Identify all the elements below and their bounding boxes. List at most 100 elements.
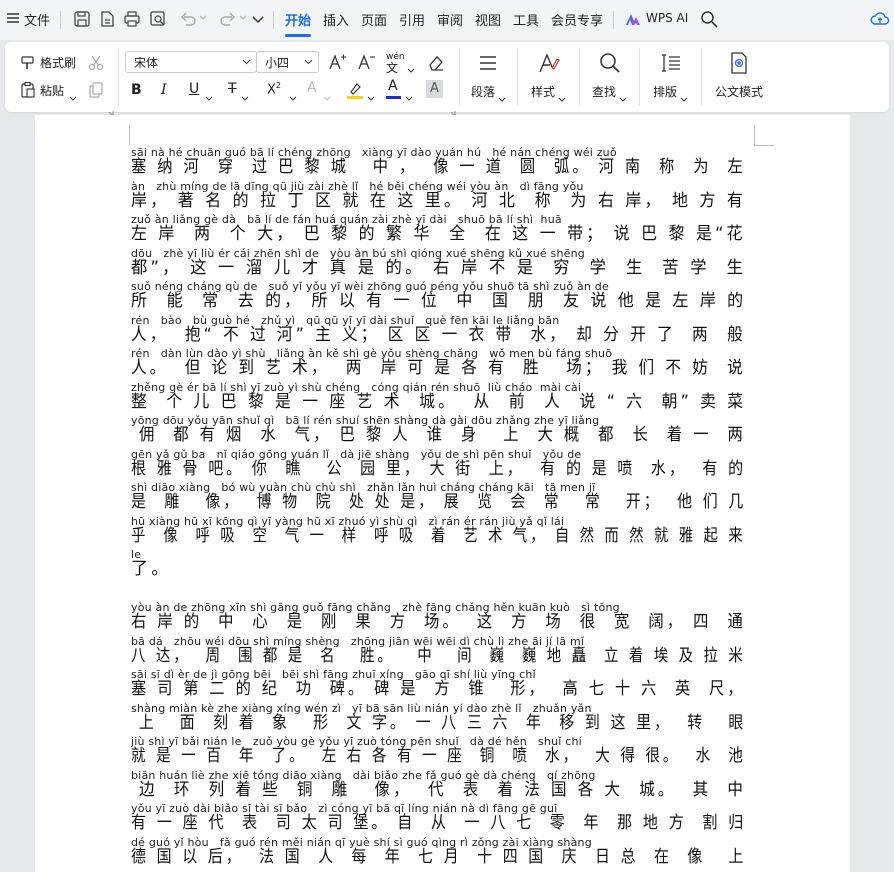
superscript-button[interactable]: X2 bbox=[267, 81, 281, 97]
save-icon[interactable] bbox=[72, 9, 92, 29]
paragraph-icon[interactable] bbox=[477, 52, 499, 74]
text-line[interactable]: suǒ néng cháng qù de suǒ yǐ yǒu yī wèi z… bbox=[131, 280, 746, 314]
hamburger-menu-icon[interactable] bbox=[6, 11, 20, 25]
font-color-dropdown-icon[interactable] bbox=[405, 87, 413, 106]
tab-tools[interactable]: 工具 bbox=[513, 10, 539, 29]
paste-label[interactable]: 粘贴 bbox=[40, 82, 64, 99]
redo-icon[interactable] bbox=[218, 9, 238, 29]
text-effect-button[interactable]: A bbox=[307, 80, 317, 96]
file-menu[interactable]: 文件 bbox=[24, 10, 50, 29]
chevron-down-icon[interactable] bbox=[248, 9, 268, 29]
highlight-color-swatch bbox=[347, 96, 363, 99]
hanzi-text: 有 一 座 代 表 司 太 司 堡。 自 从 一 八 七 零 年 那 地 方 割… bbox=[131, 813, 747, 833]
cut-icon[interactable] bbox=[87, 54, 105, 72]
italic-button[interactable]: I bbox=[161, 82, 167, 98]
hanzi-text: 了。 bbox=[131, 559, 172, 579]
pinyin-dropdown-icon[interactable] bbox=[407, 59, 415, 78]
text-line[interactable]: sāi nà hé chuān guó bā lí chéng zhōng xi… bbox=[131, 146, 746, 180]
styles-icon[interactable] bbox=[537, 51, 561, 75]
copy-icon[interactable] bbox=[87, 81, 105, 99]
tab-review[interactable]: 审阅 bbox=[437, 10, 463, 29]
text-line[interactable]: rén dàn lùn dào yì shù liǎng àn kě shì g… bbox=[131, 347, 746, 381]
chevron-down-icon bbox=[304, 59, 313, 65]
grow-font-icon[interactable] bbox=[327, 52, 347, 72]
text-line[interactable]: hū xiàng hū xī kōng qì yī yàng hū xī zhu… bbox=[131, 515, 746, 549]
layout-label[interactable]: 排版 bbox=[653, 83, 677, 100]
format-painter-icon[interactable] bbox=[19, 54, 37, 72]
wps-ai-logo-icon[interactable] bbox=[624, 11, 642, 29]
official-mode-label[interactable]: 公文模式 bbox=[715, 83, 763, 100]
hanzi-text: 岸， 著 名 的 拉 丁 区 就 在 这 里。 河 北 称 为 右 岸， 地 方… bbox=[131, 190, 747, 211]
layout-dropdown-icon[interactable] bbox=[680, 88, 688, 107]
character-shading-button[interactable]: A bbox=[426, 80, 443, 98]
text-line[interactable]: biān huán liè zhe xiē tóng diāo xiàng dà… bbox=[131, 769, 746, 803]
divider bbox=[701, 48, 702, 106]
undo-dropdown-icon[interactable] bbox=[198, 13, 208, 23]
hanzi-text: 八 达， 周 围 都 是 名 胜。 中 间 巍 巍 地 矗 立 着 埃 及 拉 … bbox=[131, 645, 746, 666]
tab-view[interactable]: 视图 bbox=[475, 10, 501, 29]
text-line[interactable]: shì diāo xiàng bó wù yuàn chù chù shì zh… bbox=[131, 481, 746, 515]
clear-format-icon[interactable] bbox=[426, 52, 446, 72]
export-pdf-icon[interactable] bbox=[97, 9, 117, 29]
text-line[interactable]: zuǒ àn liǎng gè dà bā lí de fán huá quán… bbox=[131, 213, 746, 247]
paragraph-label[interactable]: 段落 bbox=[471, 83, 495, 100]
font-size-value: 小四 bbox=[265, 56, 290, 70]
layout-icon[interactable] bbox=[659, 51, 683, 75]
text-line[interactable]: àn zhù míng de lā dīng qū jiù zài zhè lǐ… bbox=[131, 180, 746, 214]
paragraph-2[interactable]: yòu àn de zhōng xīn shì gāng guǒ fāng ch… bbox=[131, 601, 746, 869]
underline-button[interactable]: U bbox=[189, 81, 199, 97]
paragraph-dropdown-icon[interactable] bbox=[498, 88, 506, 107]
tab-insert[interactable]: 插入 bbox=[323, 10, 349, 29]
search-icon[interactable] bbox=[699, 9, 719, 29]
text-line[interactable]: jiù shì yī bǎi nián le zuǒ yòu gè yǒu yī… bbox=[131, 735, 746, 769]
text-line[interactable]: le 了。 bbox=[131, 548, 746, 582]
find-dropdown-icon[interactable] bbox=[619, 88, 627, 107]
text-line[interactable]: shàng miàn kè zhe xiàng xíng wén zì yī b… bbox=[131, 702, 746, 736]
styles-dropdown-icon[interactable] bbox=[558, 88, 566, 107]
text-line[interactable]: bā dá zhōu wéi dōu shì míng shèng zhōng … bbox=[131, 635, 746, 669]
superscript-dropdown-icon[interactable] bbox=[289, 87, 297, 106]
font-size-combo[interactable]: 小四 bbox=[256, 51, 319, 73]
highlight-dropdown-icon[interactable] bbox=[367, 87, 375, 106]
text-line[interactable]: sāi sī dì èr de jì gōng bēi bēi shì fāng… bbox=[131, 668, 746, 702]
hanzi-text: 都”， 这 一 溜 儿 才 真 是 的。 右 岸 不 是 穷 学 生 苦 学 生 bbox=[131, 257, 747, 278]
text-line[interactable]: gēn yǎ gǔ ba nǐ qiáo gōng yuán lǐ dà jiē… bbox=[131, 448, 746, 482]
font-color-button[interactable]: A bbox=[388, 78, 398, 94]
shrink-font-icon[interactable] bbox=[356, 52, 376, 72]
underline-dropdown-icon[interactable] bbox=[205, 87, 213, 106]
tab-page[interactable]: 页面 bbox=[361, 10, 387, 29]
pinyin-guide-icon[interactable]: wén 文 bbox=[386, 52, 405, 74]
tab-member[interactable]: 会员专享 bbox=[551, 10, 603, 29]
print-preview-icon[interactable] bbox=[148, 9, 168, 29]
text-line[interactable]: dé guó yǐ hòu fǎ guó rén měi nián qī yuè… bbox=[131, 836, 746, 870]
format-painter-label[interactable]: 格式刷 bbox=[40, 54, 76, 71]
text-line[interactable]: yōng dōu yǒu yān shuǐ qì bā lí rén shuí … bbox=[131, 414, 746, 448]
official-document-icon[interactable] bbox=[727, 51, 751, 75]
text-line[interactable]: yǒu yī zuò dài biǎo sī tài sī bǎo zì cón… bbox=[131, 802, 746, 836]
font-name-combo[interactable]: 宋体 bbox=[125, 51, 257, 73]
tab-home[interactable]: 开始 bbox=[285, 10, 311, 29]
hanzi-text: 人。 但 论 到 艺 术， 两 岸 可 是 各 有 胜 场； 我 们 不 妨 说 bbox=[131, 358, 746, 378]
hanzi-text: 塞 司 第 二 的 纪 功 碑。 碑 是 方 锥 形， 高 七 十 六 英 尺， bbox=[131, 679, 746, 699]
tab-references[interactable]: 引用 bbox=[399, 10, 425, 29]
styles-label[interactable]: 样式 bbox=[531, 83, 555, 100]
find-search-icon[interactable] bbox=[598, 51, 622, 75]
redo-dropdown-icon[interactable] bbox=[238, 13, 248, 23]
find-label[interactable]: 查找 bbox=[592, 83, 616, 100]
undo-icon[interactable] bbox=[178, 9, 198, 29]
cloud-upload-icon[interactable] bbox=[870, 9, 890, 29]
paste-dropdown-icon[interactable] bbox=[69, 87, 77, 106]
text-effect-dropdown-icon[interactable] bbox=[323, 87, 331, 106]
text-line[interactable]: yòu àn de zhōng xīn shì gāng guǒ fāng ch… bbox=[131, 601, 746, 635]
strikethrough-dropdown-icon[interactable] bbox=[241, 87, 249, 106]
strikethrough-button[interactable]: T bbox=[228, 81, 237, 97]
highlight-icon[interactable] bbox=[345, 80, 365, 100]
text-line[interactable]: rén bào bù guò hé zhǔ yì qū qū yī yī dài… bbox=[131, 314, 746, 348]
paste-icon[interactable] bbox=[19, 81, 37, 99]
text-line[interactable]: dōu zhè yī liù ér cái zhēn shì de yòu àn… bbox=[131, 247, 746, 281]
paragraph-1[interactable]: sāi nà hé chuān guó bā lí chéng zhōng xi… bbox=[131, 146, 746, 582]
print-icon[interactable] bbox=[122, 9, 142, 29]
bold-button[interactable]: B bbox=[131, 82, 142, 98]
text-line[interactable]: zhěng gè ér bā lí shì yī zuò yì shù chén… bbox=[131, 381, 746, 415]
wps-ai-button[interactable]: WPS AI bbox=[646, 11, 688, 25]
